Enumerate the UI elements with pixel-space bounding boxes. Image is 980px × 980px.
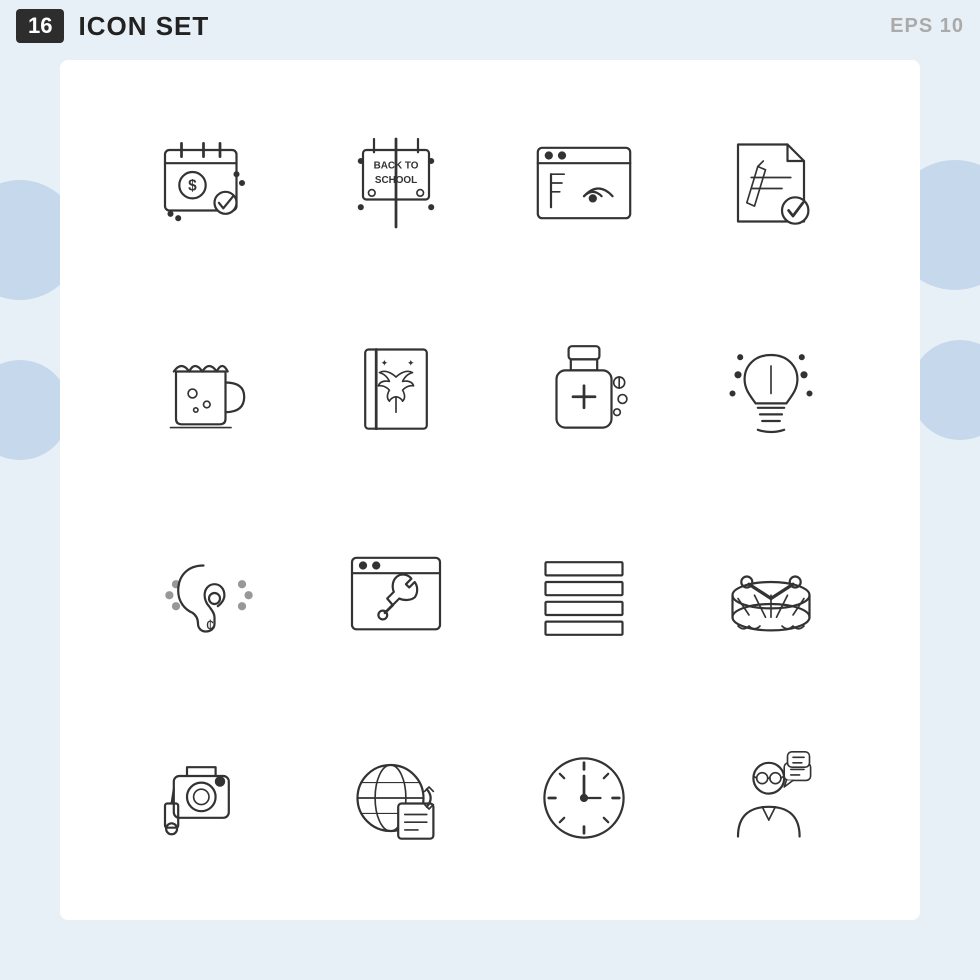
svg-text:¢: ¢ [205, 617, 214, 634]
svg-text:BACK TO: BACK TO [374, 160, 419, 171]
icon-cannabis-book: ✦ ✦ [308, 295, 486, 480]
icon-consultant [683, 705, 861, 890]
icon-medicine-bottle [495, 295, 673, 480]
svg-text:SCHOOL: SCHOOL [375, 175, 417, 186]
icon-web-settings [308, 500, 486, 685]
header-eps: EPS 10 [890, 15, 964, 38]
icon-beer-mug [120, 295, 298, 480]
icon-menu-lines [495, 500, 673, 685]
svg-text:$: $ [188, 177, 197, 194]
icon-camera [120, 705, 298, 890]
icon-drum [683, 500, 861, 685]
svg-text:✦: ✦ [407, 358, 415, 368]
svg-text:✦: ✦ [381, 358, 389, 368]
header: 16 ICON SET EPS 10 [0, 0, 980, 52]
icon-hearing: ¢ [120, 500, 298, 685]
icon-wifi-browser [495, 90, 673, 275]
header-badge: 16 [16, 9, 64, 43]
icon-payment-schedule: $ [120, 90, 298, 275]
main-card: $ BACK TO SCHOOL [60, 60, 920, 920]
icon-global-news [308, 705, 486, 890]
icon-back-to-school: BACK TO SCHOOL [308, 90, 486, 275]
icon-idea-bulb [683, 295, 861, 480]
icon-grid: $ BACK TO SCHOOL [120, 90, 860, 890]
bg-decoration-right-bottom [910, 340, 980, 440]
icon-document-check [683, 90, 861, 275]
icon-clock [495, 705, 673, 890]
header-title: ICON SET [78, 11, 209, 42]
